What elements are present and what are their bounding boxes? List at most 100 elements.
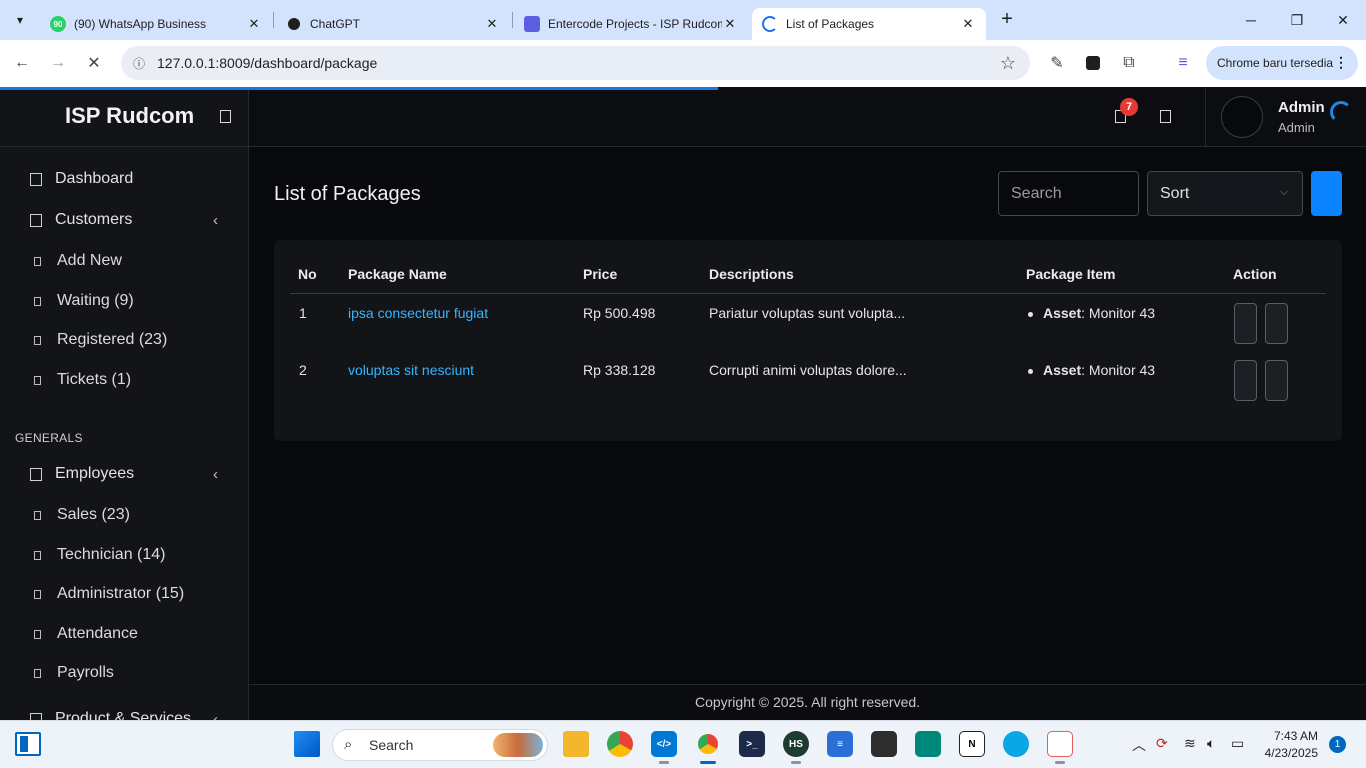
sidebar-item-waiting[interactable]: Waiting (9) bbox=[0, 286, 248, 316]
close-tab-icon[interactable]: ✕ bbox=[246, 16, 262, 32]
tab-entercode[interactable]: Entercode Projects - ISP Rudcom ✕ bbox=[514, 8, 748, 40]
avatar[interactable] bbox=[1221, 96, 1263, 138]
sidebar-item-label: Registered (23) bbox=[57, 331, 168, 348]
row-1-price: Rp 500.498 bbox=[583, 305, 656, 321]
item-value: : Monitor 43 bbox=[1081, 305, 1156, 321]
edit-pencil-icon[interactable]: ✎ bbox=[1045, 51, 1069, 75]
sidebar-item-administrator[interactable]: Administrator (15) bbox=[0, 579, 248, 609]
sidebar-item-tickets[interactable]: Tickets (1) bbox=[0, 365, 248, 395]
sales-icon bbox=[34, 510, 41, 520]
wifi-icon[interactable]: ≋ bbox=[1184, 735, 1196, 752]
forward-arrow-icon[interactable]: → bbox=[46, 51, 70, 75]
sidebar-item-label: Payrolls bbox=[57, 664, 114, 681]
taskbar-search-label: Search bbox=[369, 737, 414, 753]
close-tab-icon[interactable]: ✕ bbox=[484, 16, 500, 32]
stop-loading-icon[interactable]: ✕ bbox=[82, 51, 106, 75]
sidebar-item-label: Sales (23) bbox=[57, 506, 130, 523]
add-new-icon bbox=[34, 256, 41, 266]
user-name[interactable]: Admin bbox=[1278, 99, 1325, 116]
vscode-icon[interactable]: </> bbox=[651, 731, 677, 757]
sidebar-item-payrolls[interactable]: Payrolls bbox=[0, 658, 248, 688]
browser-toolbar: ← → ✕ ⓘ 127.0.0.1:8009/dashboard/package… bbox=[0, 40, 1366, 87]
extension-a-icon[interactable] bbox=[1081, 51, 1105, 75]
notification-center-badge[interactable]: 1 bbox=[1329, 736, 1346, 753]
add-package-button[interactable] bbox=[1311, 171, 1342, 216]
column-header-package-name: Package Name bbox=[348, 266, 447, 282]
heidisql-icon[interactable]: HS bbox=[783, 731, 809, 757]
snipping-tool-icon[interactable] bbox=[1047, 731, 1073, 757]
row-2-package-name-link[interactable]: voluptas sit nesciunt bbox=[348, 362, 474, 378]
brand-name: ISP Rudcom bbox=[65, 103, 195, 128]
address-bar[interactable]: ⓘ 127.0.0.1:8009/dashboard/package ☆ bbox=[121, 46, 1030, 80]
close-window-icon[interactable]: ✕ bbox=[1320, 0, 1366, 40]
sidebar-item-employees[interactable]: Employees ‹ bbox=[0, 458, 248, 490]
row-2-edit-button[interactable] bbox=[1234, 360, 1257, 401]
tab-list-of-packages[interactable]: List of Packages ✕ bbox=[752, 8, 986, 40]
system-clock[interactable]: 7:43 AM 4/23/2025 bbox=[1262, 728, 1318, 762]
chrome-profile-icon[interactable] bbox=[607, 731, 633, 757]
volume-icon[interactable]: 🔈︎ bbox=[1207, 735, 1215, 752]
extensions-puzzle-icon[interactable]: ⧉ bbox=[1117, 51, 1141, 75]
chrome-update-button[interactable]: Chrome baru tersedia ⋮ bbox=[1206, 46, 1358, 80]
bookmark-star-icon[interactable]: ☆ bbox=[1000, 53, 1016, 74]
notepad-icon[interactable]: ≡ bbox=[827, 731, 853, 757]
url-text[interactable]: 127.0.0.1:8009/dashboard/package bbox=[157, 55, 377, 71]
sync-error-icon[interactable]: ⟳ bbox=[1156, 735, 1168, 752]
search-input[interactable] bbox=[998, 171, 1139, 216]
battery-icon[interactable]: ▭ bbox=[1231, 735, 1244, 752]
site-info-icon[interactable]: ⓘ bbox=[131, 55, 147, 71]
sidebar-item-add-new[interactable]: Add New bbox=[0, 246, 248, 276]
back-arrow-icon[interactable]: ← bbox=[10, 51, 34, 75]
app-viewport: ISP Rudcom Dashboard Customers ‹ Add New… bbox=[0, 87, 1366, 720]
tab-chatgpt[interactable]: ChatGPT ✕ bbox=[276, 8, 510, 40]
tab-search-chevron-icon[interactable]: ▾ bbox=[8, 8, 32, 32]
row-2-delete-button[interactable] bbox=[1265, 360, 1288, 401]
row-1-edit-button[interactable] bbox=[1234, 303, 1257, 344]
tab-title: (90) WhatsApp Business bbox=[74, 17, 207, 31]
chevron-down-icon: ⌵ bbox=[1279, 186, 1288, 198]
tab-separator bbox=[273, 12, 274, 28]
file-explorer-icon[interactable] bbox=[563, 731, 589, 757]
clock-date: 4/23/2025 bbox=[1264, 746, 1318, 760]
sidebar-item-attendance[interactable]: Attendance bbox=[0, 619, 248, 649]
minimize-icon[interactable]: ─ bbox=[1228, 0, 1274, 40]
table-header-divider bbox=[290, 293, 1326, 294]
fullscreen-icon[interactable] bbox=[1160, 110, 1171, 123]
sidebar-item-dashboard[interactable]: Dashboard bbox=[0, 163, 248, 195]
chrome-icon[interactable] bbox=[695, 731, 721, 757]
terminal-icon[interactable]: >_ bbox=[739, 731, 765, 757]
menu-dots-icon[interactable]: ⋮ bbox=[1334, 54, 1348, 71]
sidebar: ISP Rudcom Dashboard Customers ‹ Add New… bbox=[0, 87, 249, 720]
elephant-app-icon[interactable] bbox=[1003, 731, 1029, 757]
sidebar-item-customers[interactable]: Customers ‹ bbox=[0, 204, 248, 236]
item-value: : Monitor 43 bbox=[1081, 362, 1156, 378]
sidebar-item-product-services[interactable]: Product & Services ‹ bbox=[0, 703, 248, 720]
user-role: Admin bbox=[1278, 120, 1315, 135]
row-1-delete-button[interactable] bbox=[1265, 303, 1288, 344]
tab-whatsapp[interactable]: 90 (90) WhatsApp Business ✕ bbox=[40, 8, 272, 40]
close-tab-icon[interactable]: ✕ bbox=[960, 16, 976, 32]
windows-start-icon[interactable] bbox=[294, 731, 320, 757]
row-1-package-name-link[interactable]: ipsa consectetur fugiat bbox=[348, 305, 488, 321]
show-hidden-icons-chevron-icon[interactable]: ︿ bbox=[1132, 735, 1146, 755]
chevron-left-icon: ‹ bbox=[213, 711, 218, 720]
google-meet-icon[interactable] bbox=[915, 731, 941, 757]
topbar-divider bbox=[1205, 87, 1206, 147]
search-icon: ⌕ bbox=[344, 736, 353, 753]
entercode-icon bbox=[524, 16, 540, 32]
taskbar-search-box[interactable]: ⌕ Search bbox=[332, 729, 548, 761]
restore-icon[interactable]: ❐ bbox=[1274, 0, 1320, 40]
close-tab-icon[interactable]: ✕ bbox=[722, 16, 738, 32]
sidebar-item-sales[interactable]: Sales (23) bbox=[0, 500, 248, 530]
entercode-extension-icon[interactable]: ≡ bbox=[1171, 51, 1195, 75]
row-2-no: 2 bbox=[299, 362, 307, 378]
loading-spinner-icon bbox=[1330, 101, 1352, 123]
sidebar-item-registered[interactable]: Registered (23) bbox=[0, 325, 248, 355]
sidebar-item-technician[interactable]: Technician (14) bbox=[0, 540, 248, 570]
widgets-icon[interactable] bbox=[15, 732, 41, 756]
sort-select[interactable]: Sort ⌵ bbox=[1147, 171, 1303, 216]
sidebar-toggle-icon[interactable] bbox=[220, 110, 231, 123]
notion-icon[interactable]: N bbox=[959, 731, 985, 757]
new-tab-plus-icon[interactable]: + bbox=[996, 8, 1018, 30]
git-gui-icon[interactable] bbox=[871, 731, 897, 757]
